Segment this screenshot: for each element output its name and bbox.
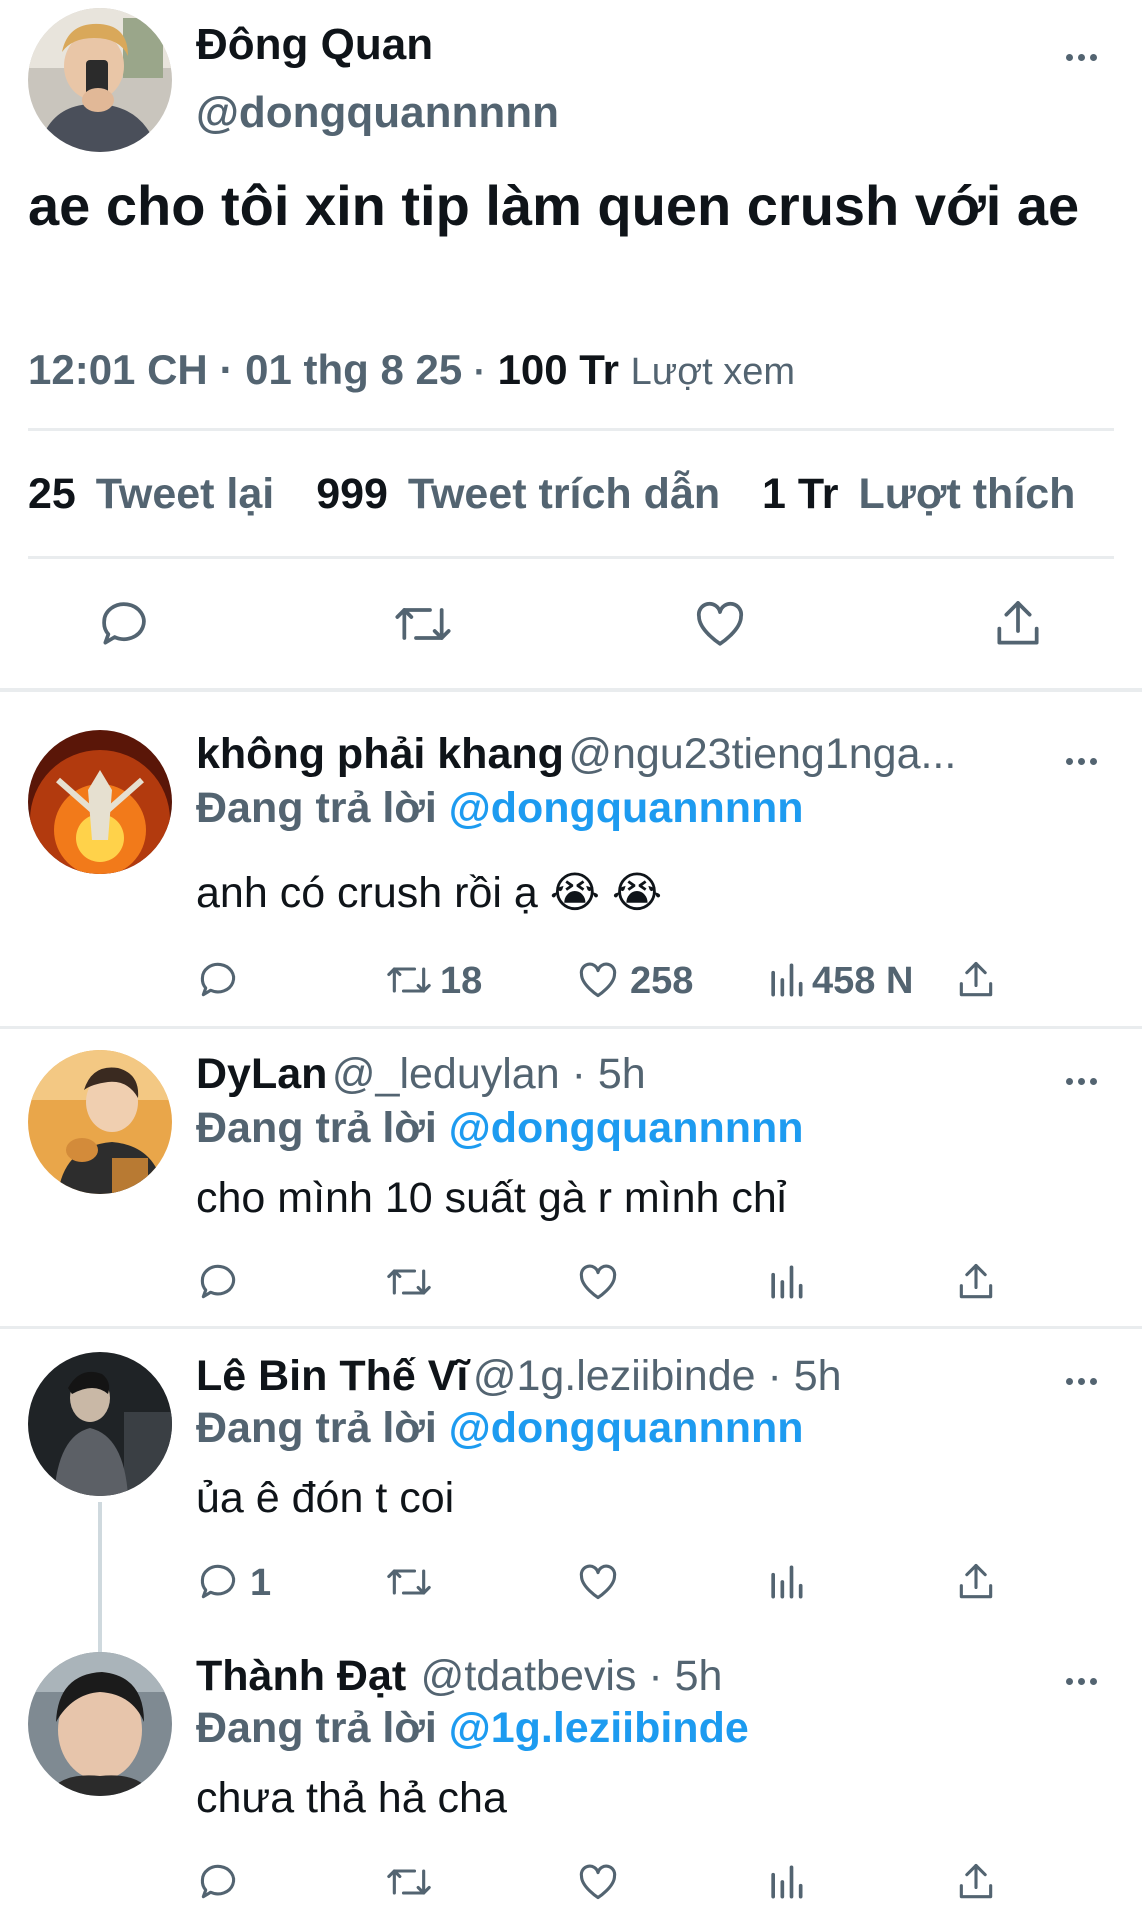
replying-to: Đang trả lời @dongquannnnn [196, 1104, 804, 1152]
heart-icon[interactable] [692, 596, 748, 652]
avatar[interactable] [28, 730, 172, 874]
mention-link[interactable]: @1g.leziibinde [449, 1704, 749, 1752]
retweet-icon[interactable] [384, 1260, 434, 1304]
reply-author-handle[interactable]: @_leduylan · 5h [332, 1050, 646, 1098]
divider [0, 1026, 1142, 1029]
views-icon[interactable] [766, 1560, 806, 1604]
replying-to: Đang trả lời @1g.leziibinde [196, 1704, 749, 1752]
share-icon[interactable] [954, 958, 998, 1002]
retweet-count: 18 [440, 960, 483, 1002]
tweet-meta: 12:01 CH · 01 thg 8 25 · 100 Tr Lượt xem [28, 346, 796, 393]
mention-link[interactable]: @dongquannnnn [449, 1404, 804, 1452]
reply-text: cho mình 10 suất gà r mình chỉ [196, 1174, 787, 1222]
share-icon[interactable] [954, 1860, 998, 1904]
more-icon[interactable] [1066, 1072, 1110, 1088]
reply-icon[interactable] [196, 958, 240, 1002]
reply-icon[interactable] [196, 1560, 240, 1604]
views-icon[interactable] [766, 1260, 806, 1304]
replying-to: Đang trả lời @dongquannnnn [196, 1404, 804, 1452]
views-label: Lượt xem [630, 351, 796, 393]
quotes-stat[interactable]: 999 Tweet trích dẫn [316, 470, 732, 518]
mention-link[interactable]: @dongquannnnn [449, 784, 804, 832]
share-icon[interactable] [954, 1260, 998, 1304]
likes-stat[interactable]: 1 Tr Lượt thích [762, 470, 1075, 518]
avatar[interactable] [28, 1050, 172, 1194]
reply-text: ủa ê đón t coi [196, 1474, 455, 1522]
divider [28, 556, 1114, 559]
heart-icon[interactable] [576, 1860, 620, 1904]
avatar[interactable] [28, 1652, 172, 1796]
tweet-text: ae cho tôi xin tip làm quen crush với ae [28, 174, 1080, 237]
avatar[interactable] [28, 8, 172, 152]
more-icon[interactable] [1066, 752, 1110, 768]
view-count: 458 N [812, 960, 914, 1002]
reply-icon[interactable] [196, 1860, 240, 1904]
reply-author-handle[interactable]: @1g.leziibinde · 5h [473, 1352, 842, 1400]
mention-link[interactable]: @dongquannnnn [449, 1104, 804, 1152]
divider [0, 1326, 1142, 1329]
divider [28, 428, 1114, 431]
more-icon[interactable] [1066, 1672, 1110, 1688]
reply-icon[interactable] [196, 1260, 240, 1304]
engagement-stats: 25 Tweet lại 999 Tweet trích dẫn 1 Tr Lư… [28, 470, 1075, 519]
heart-icon[interactable] [576, 1260, 620, 1304]
views-icon[interactable] [766, 1860, 806, 1904]
reply-icon[interactable] [96, 596, 152, 652]
tweet-time: 12:01 CH [28, 346, 208, 393]
views-icon[interactable] [766, 958, 806, 1002]
meta-separator: · [219, 346, 234, 393]
retweet-icon[interactable] [384, 1860, 434, 1904]
tweet-date: 01 thg 8 25 [245, 346, 463, 393]
reply-text: anh có crush rồi ạ 😭 😭 [196, 869, 663, 917]
replying-to: Đang trả lời @dongquannnnn [196, 784, 804, 832]
share-icon[interactable] [990, 596, 1046, 652]
reply-author-handle[interactable]: @ngu23tieng1nga... [568, 730, 956, 778]
retweet-icon[interactable] [392, 596, 454, 652]
retweets-stat[interactable]: 25 Tweet lại [28, 470, 286, 518]
author-name[interactable]: Đông Quan [196, 20, 433, 70]
reply-author-name[interactable]: Lê Bin Thế Vĩ [196, 1352, 468, 1400]
author-handle[interactable]: @dongquannnnn [196, 88, 559, 138]
reply-count: 1 [250, 1562, 272, 1604]
reply-author-handle[interactable]: @tdatbevis · 5h [421, 1652, 723, 1700]
share-icon[interactable] [954, 1560, 998, 1604]
reply-text: chưa thả hả cha [196, 1774, 507, 1822]
views-count: 100 Tr [497, 346, 619, 393]
thread-line [98, 1502, 102, 1654]
like-count: 258 [630, 960, 694, 1002]
retweet-icon[interactable] [384, 1560, 434, 1604]
heart-icon[interactable] [576, 1560, 620, 1604]
reply-author-name[interactable]: DyLan [196, 1050, 327, 1098]
reply-author-name[interactable]: không phải khang [196, 730, 564, 778]
more-icon[interactable] [1066, 1372, 1110, 1388]
retweet-icon[interactable] [384, 958, 434, 1002]
heart-icon[interactable] [576, 958, 620, 1002]
divider [0, 688, 1142, 692]
more-icon[interactable] [1066, 48, 1110, 64]
reply-author-name[interactable]: Thành Đạt [196, 1652, 406, 1700]
avatar[interactable] [28, 1352, 172, 1496]
